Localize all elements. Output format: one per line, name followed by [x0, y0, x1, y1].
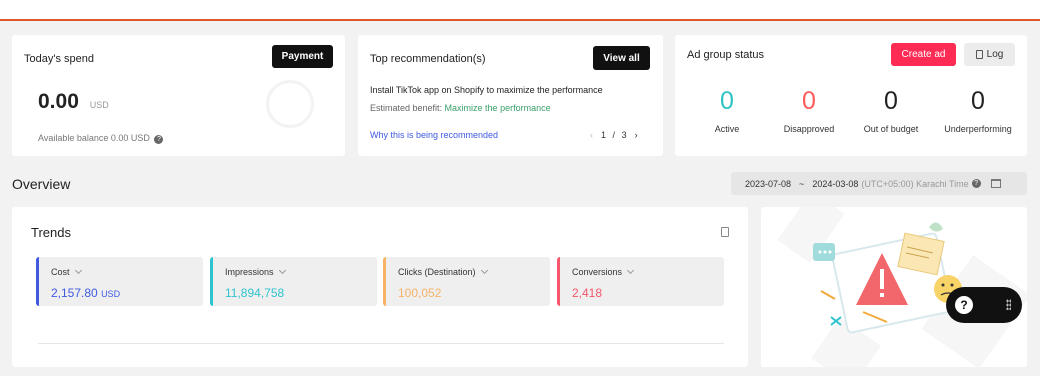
export-icon[interactable]	[721, 227, 729, 237]
conversions-label-text: Conversions	[572, 267, 623, 277]
chevron-down-icon[interactable]	[626, 266, 635, 275]
available-balance: Available balance 0.00 USD ?	[38, 133, 164, 144]
log-label: Log	[986, 49, 1004, 60]
cost-label: Cost	[51, 266, 82, 277]
current-page: 1	[601, 130, 607, 140]
underperforming-count: 0	[971, 87, 985, 115]
total-pages: 3	[621, 130, 627, 140]
clicks-label: Clicks (Destination)	[398, 266, 488, 277]
metric-conversions[interactable]: Conversions 2,418	[557, 257, 724, 306]
status-underperforming[interactable]: 0 Underperforming	[938, 87, 1018, 134]
out-of-budget-count: 0	[884, 87, 898, 115]
status-active[interactable]: 0 Active	[687, 87, 767, 134]
available-balance-text: Available balance 0.00 USD	[38, 133, 150, 143]
chevron-down-icon[interactable]	[278, 266, 286, 275]
clicks-value: 100,052	[398, 286, 442, 300]
cost-value: 2,157.80 USD	[51, 286, 120, 300]
log-button[interactable]: Log	[964, 43, 1015, 66]
metric-impressions[interactable]: Impressions 11,894,758	[210, 257, 377, 306]
spend-currency: USD	[89, 100, 109, 110]
drag-handle-icon[interactable]	[1006, 299, 1011, 310]
status-out-of-budget[interactable]: 0 Out of budget	[851, 87, 931, 134]
ad-group-title: Ad group status	[687, 49, 765, 61]
date-range-picker[interactable]: 2023-07-08 ~ 2024-03-08 (UTC+05:00) Kara…	[731, 172, 1027, 195]
impressions-label-text: Impressions	[225, 267, 274, 277]
cost-unit: USD	[101, 289, 121, 299]
cost-color-bar	[36, 257, 39, 306]
spend-amount: 0.00 USD	[38, 90, 109, 114]
document-icon	[975, 50, 983, 59]
status-disapproved[interactable]: 0 Disapproved	[769, 87, 849, 134]
ad-group-status-card: Ad group status Create ad Log 0 Active 0…	[675, 35, 1027, 156]
out-of-budget-label: Out of budget	[863, 124, 919, 134]
underperforming-label: Underperforming	[944, 124, 1012, 134]
clicks-color-bar	[383, 257, 386, 306]
why-recommended-link[interactable]: Why this is being recommended	[370, 130, 498, 140]
top-recommendation-card: Top recommendation(s) View all Install T…	[358, 35, 663, 156]
next-page-icon[interactable]: ›	[635, 130, 638, 140]
payment-button[interactable]: Payment	[272, 45, 333, 68]
cost-value-number: 2,157.80	[51, 286, 98, 300]
cost-label-text: Cost	[51, 267, 70, 277]
date-end: 2024-03-08	[812, 178, 859, 189]
disapproved-label: Disapproved	[783, 124, 835, 134]
chevron-down-icon[interactable]	[480, 266, 488, 275]
timezone: (UTC+05:00) Karachi Time	[861, 178, 969, 189]
impressions-value: 11,894,758	[225, 286, 285, 300]
disapproved-count: 0	[802, 87, 816, 115]
recommendation-title: Top recommendation(s)	[370, 53, 486, 65]
prev-page-icon[interactable]: ‹	[590, 130, 593, 140]
create-ad-button[interactable]: Create ad	[891, 43, 956, 66]
clicks-label-text: Clicks (Destination)	[398, 267, 476, 277]
top-navigation-bar	[0, 0, 1040, 21]
benefit-prefix: Estimated benefit:	[370, 103, 445, 113]
calendar-icon[interactable]	[990, 179, 1001, 188]
impressions-label: Impressions	[225, 266, 286, 277]
chevron-down-icon[interactable]	[74, 266, 82, 275]
date-start: 2023-07-08	[745, 178, 792, 189]
page-separator: /	[612, 130, 616, 140]
benefit-value: Maximize the performance	[444, 103, 551, 113]
help-icon[interactable]: ?	[154, 135, 164, 144]
conversions-label: Conversions	[572, 266, 635, 277]
metric-cost[interactable]: Cost 2,157.80 USD	[36, 257, 203, 306]
recommendation-text: Install TikTok app on Shopify to maximiz…	[370, 85, 603, 95]
estimated-benefit: Estimated benefit: Maximize the performa…	[370, 103, 551, 113]
impressions-color-bar	[210, 257, 213, 306]
floating-help-widget[interactable]: ?	[946, 287, 1022, 323]
help-icon[interactable]: ?	[971, 179, 981, 188]
overview-title: Overview	[12, 176, 71, 192]
trends-divider	[38, 343, 724, 344]
spend-amount-value: 0.00	[38, 90, 79, 113]
view-all-button[interactable]: View all	[593, 46, 650, 70]
help-icon[interactable]: ?	[955, 296, 973, 314]
spend-title: Today's spend	[24, 53, 94, 65]
active-label: Active	[714, 124, 740, 134]
conversions-color-bar	[557, 257, 560, 306]
recommendation-pagination: ‹ 1 / 3 ›	[590, 130, 638, 140]
active-count: 0	[720, 87, 734, 115]
metric-clicks[interactable]: Clicks (Destination) 100,052	[383, 257, 550, 306]
date-separator: ~	[799, 178, 805, 189]
trends-title: Trends	[31, 225, 71, 240]
conversions-value: 2,418	[572, 286, 603, 300]
todays-spend-card: Today's spend Payment 0.00 USD Available…	[12, 35, 345, 156]
spend-progress-ring	[266, 80, 314, 128]
